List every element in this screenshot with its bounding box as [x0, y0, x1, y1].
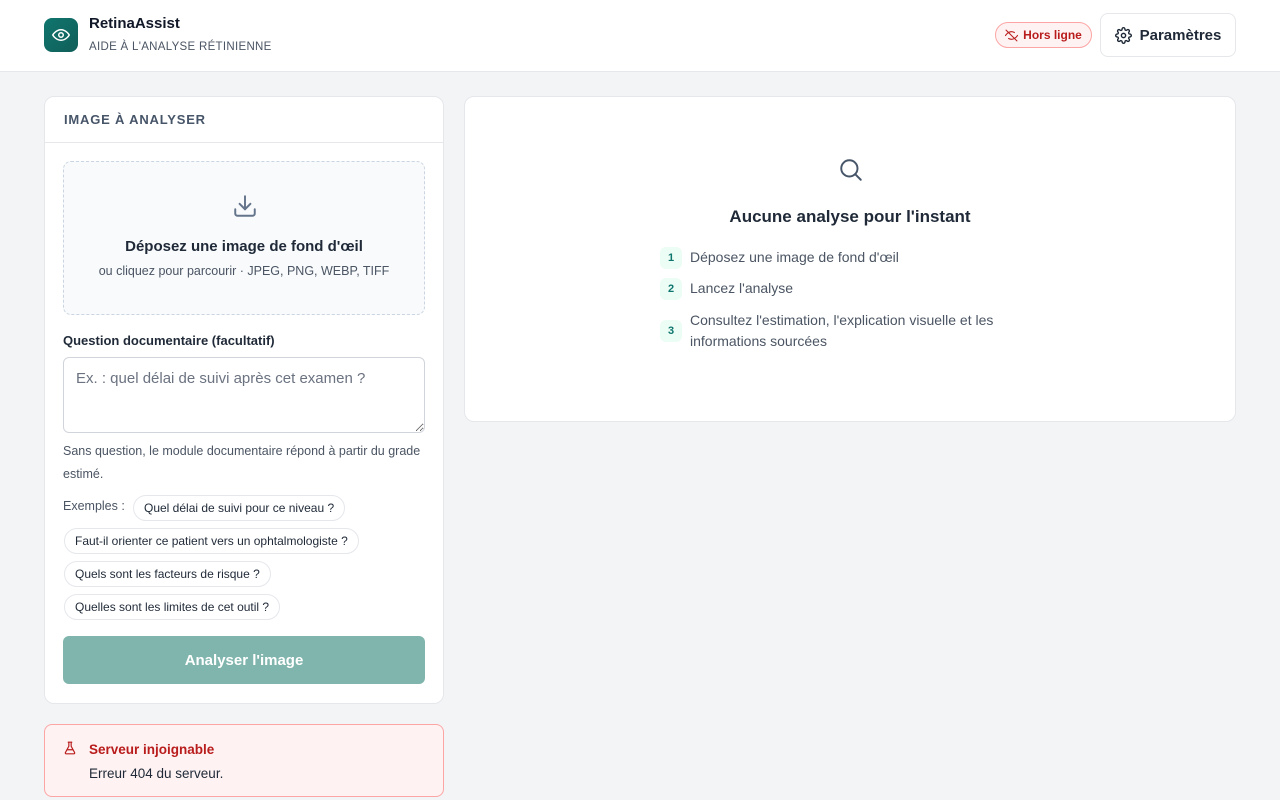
settings-label: Paramètres [1139, 26, 1222, 44]
settings-button[interactable]: Paramètres [1100, 13, 1236, 57]
upload-section-title: IMAGE À ANALYSER [45, 97, 443, 143]
search-icon [840, 159, 862, 181]
error-alert: Serveur injoignable Erreur 404 du serveu… [44, 724, 444, 797]
step-number: 1 [660, 247, 682, 269]
error-title: Serveur injoignable [89, 742, 215, 757]
flask-icon [64, 741, 76, 755]
example-chip[interactable]: Quels sont les facteurs de risque ? [64, 561, 271, 587]
step-text: Lancez l'analyse [690, 280, 794, 296]
upload-panel: IMAGE À ANALYSER Déposez une image de fo… [44, 96, 444, 704]
step-text: Consultez l'estimation, l'explication vi… [690, 312, 994, 349]
results-panel: Aucune analyse pour l'instant 1 Déposez … [464, 96, 1236, 422]
offline-cloud-icon [1005, 29, 1019, 41]
app-header: RetinaAssist AIDE À L'ANALYSE RÉTINIENNE… [0, 0, 1280, 72]
example-chip[interactable]: Quel délai de suivi pour ce niveau ? [133, 495, 346, 521]
gear-icon [1114, 26, 1132, 44]
error-message: Erreur 404 du serveur. [89, 766, 224, 781]
status-badge: Hors ligne [995, 22, 1092, 48]
app-title: RetinaAssist [89, 15, 180, 32]
eye-icon [52, 29, 70, 41]
analyze-button[interactable]: Analyser l'image [63, 636, 425, 684]
dropzone-title: Déposez une image de fond d'œil [125, 238, 363, 255]
example-chip[interactable]: Faut-il orienter ce patient vers un opht… [64, 528, 359, 554]
app-logo [44, 18, 78, 52]
step-text: Déposez une image de fond d'œil [690, 249, 899, 265]
empty-state-title: Aucune analyse pour l'instant [729, 207, 971, 226]
app-subtitle: AIDE À L'ANALYSE RÉTINIENNE [89, 41, 272, 53]
image-dropzone[interactable]: Déposez une image de fond d'œil ou cliqu… [63, 161, 425, 315]
download-icon [234, 195, 256, 217]
question-label: Question documentaire (facultatif) [63, 333, 275, 348]
example-chip[interactable]: Quelles sont les limites de cet outil ? [64, 594, 281, 620]
examples-label: Exemples : [63, 499, 125, 513]
status-label: Hors ligne [1023, 28, 1082, 42]
question-textarea[interactable] [63, 357, 425, 433]
step-number: 2 [660, 278, 682, 300]
step-number: 3 [660, 320, 682, 342]
dropzone-subtitle: ou cliquez pour parcourir · JPEG, PNG, W… [98, 264, 390, 278]
question-hint: Sans question, le module documentaire ré… [63, 444, 421, 481]
